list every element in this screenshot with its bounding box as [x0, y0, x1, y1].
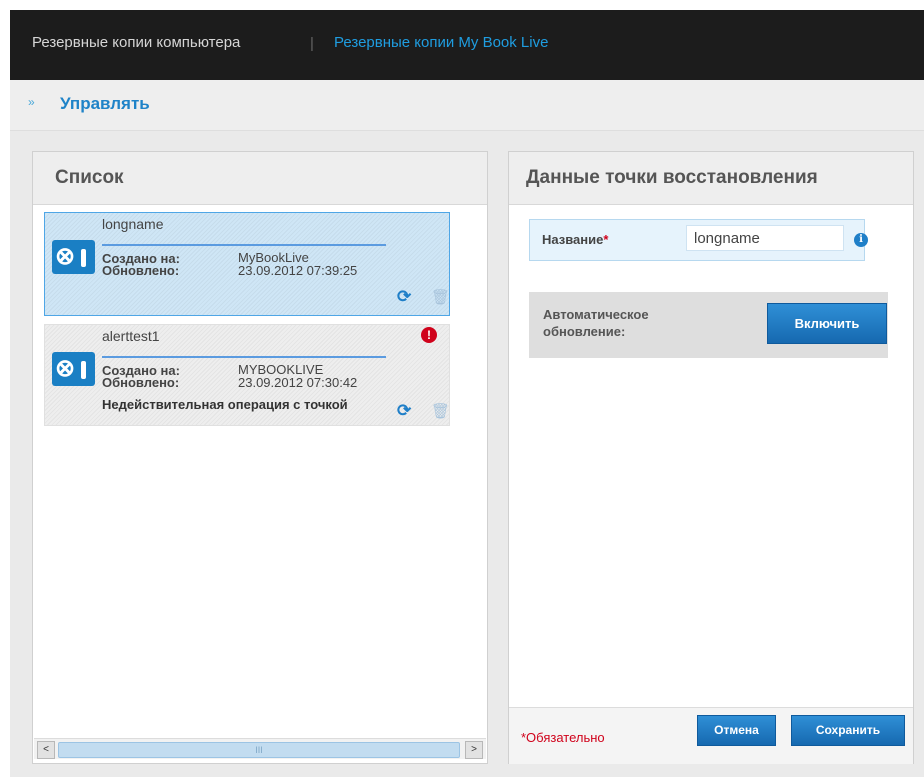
- item-divider: [102, 244, 386, 246]
- refresh-icon[interactable]: ⟳: [397, 287, 411, 307]
- updated-label: Обновлено:: [102, 375, 180, 390]
- info-icon[interactable]: i: [854, 233, 868, 247]
- horizontal-scrollbar[interactable]: < III >: [34, 738, 486, 759]
- updated-value: 23.09.2012 07:39:25: [238, 263, 358, 278]
- tab-mybook-backups[interactable]: Резервные копии My Book Live: [334, 34, 548, 51]
- trash-icon[interactable]: 🗑: [431, 402, 450, 420]
- name-input[interactable]: [686, 225, 844, 251]
- refresh-icon[interactable]: ⟳: [397, 401, 411, 421]
- list-item-alerttest1[interactable]: alerttest1 ! ⊗ Создано на: Обновлено: MY…: [44, 324, 450, 426]
- tab-computer-backups[interactable]: Резервные копии компьютера: [32, 34, 240, 51]
- alert-icon: !: [421, 327, 437, 343]
- auto-update-label: Автоматическое обновление:: [543, 307, 649, 339]
- chevron-down-icon[interactable]: »: [28, 95, 35, 109]
- tab-separator: |: [310, 35, 314, 52]
- manage-label[interactable]: Управлять: [60, 94, 150, 114]
- save-button[interactable]: Сохранить: [791, 715, 905, 746]
- backup-item-icon: ⊗: [52, 240, 95, 274]
- list-panel-title: Список: [55, 167, 124, 188]
- detail-footer: *Обязательно Отмена Сохранить: [509, 707, 913, 764]
- auto-update-row: Автоматическое обновление: Включить: [529, 292, 888, 358]
- list-panel: Список longname ⊗ Создано на: Обновлено:…: [32, 151, 488, 764]
- scroll-right-button[interactable]: >: [465, 741, 483, 759]
- list-panel-header: Список: [33, 152, 487, 205]
- detail-panel: Данные точки восстановления Название* i …: [508, 151, 914, 764]
- item-divider: [102, 356, 386, 358]
- backup-item-icon: ⊗: [52, 352, 95, 386]
- error-message: Недействительная операция с точкой: [102, 397, 348, 412]
- cancel-button[interactable]: Отмена: [697, 715, 776, 746]
- scroll-left-button[interactable]: <: [37, 741, 55, 759]
- trash-icon[interactable]: 🗑: [431, 288, 450, 306]
- scroll-thumb[interactable]: III: [58, 742, 460, 758]
- enable-button[interactable]: Включить: [767, 303, 887, 344]
- required-note: *Обязательно: [521, 730, 605, 745]
- detail-panel-header: Данные точки восстановления: [509, 152, 913, 205]
- list-item-longname[interactable]: longname ⊗ Создано на: Обновлено: MyBook…: [44, 212, 450, 316]
- name-label: Название*: [542, 232, 609, 247]
- required-star: *: [603, 232, 609, 247]
- updated-value: 23.09.2012 07:30:42: [238, 375, 358, 390]
- detail-panel-title: Данные точки восстановления: [526, 167, 818, 188]
- item-name: longname: [102, 216, 164, 232]
- item-name: alerttest1: [102, 328, 160, 344]
- updated-label: Обновлено:: [102, 263, 180, 278]
- top-navigation-bar: Резервные копии компьютера | Резервные к…: [10, 10, 924, 80]
- name-field-row: Название* i: [529, 219, 868, 261]
- manage-section-header[interactable]: » Управлять: [10, 80, 924, 131]
